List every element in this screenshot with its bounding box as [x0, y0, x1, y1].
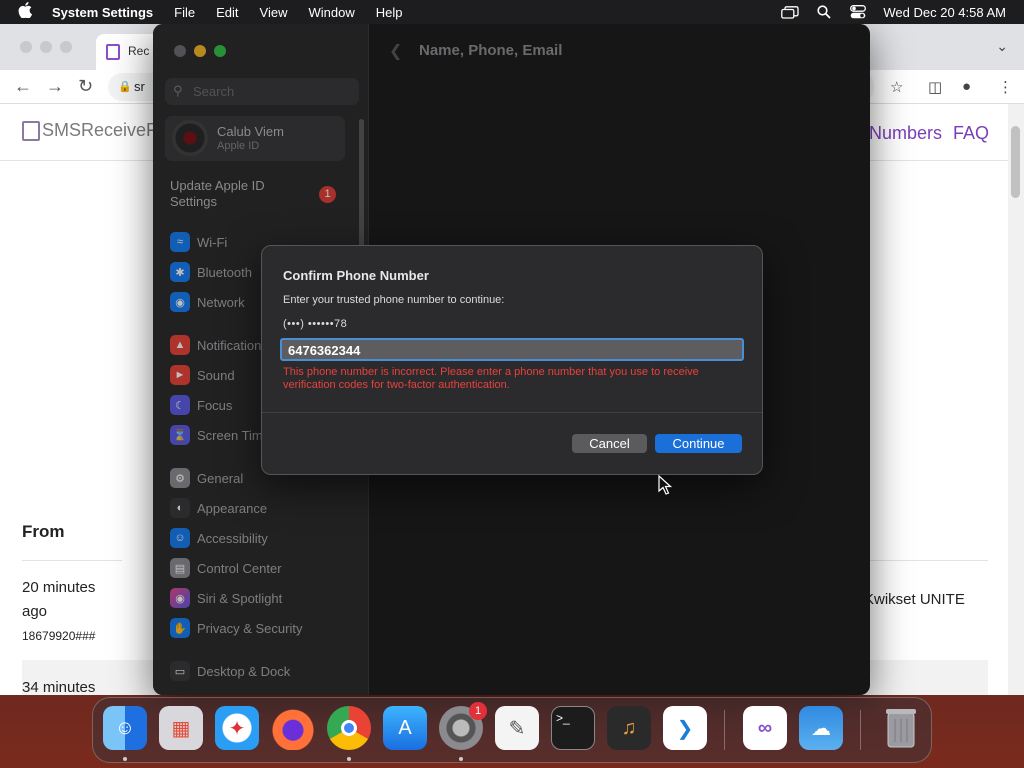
- screen-mirroring-icon[interactable]: [781, 5, 800, 19]
- side-panel-icon[interactable]: ◫: [928, 78, 942, 96]
- dock-separator: [724, 710, 725, 750]
- dock: ☺ ▦ ✦ A 1 ✎ >_ ♫ ❯ ∞ ☁: [92, 697, 932, 763]
- control-center-icon[interactable]: [849, 5, 867, 19]
- forward-arrow-icon[interactable]: →: [46, 76, 64, 97]
- message-time: 20 minutes: [22, 579, 96, 596]
- spotlight-search-icon[interactable]: [815, 5, 833, 19]
- menu-clock[interactable]: Wed Dec 20 4:58 AM: [883, 5, 1006, 20]
- message-snippet: Kwikset UNITE: [864, 591, 965, 608]
- table-divider-right: [870, 560, 988, 561]
- menu-help[interactable]: Help: [376, 5, 403, 20]
- running-indicator: [459, 757, 463, 761]
- site-favicon-icon: [106, 44, 120, 60]
- address-bar-text: sr: [134, 79, 145, 94]
- phone-number-input[interactable]: [280, 338, 744, 361]
- profile-icon[interactable]: ●: [962, 78, 971, 95]
- menu-file[interactable]: File: [174, 5, 195, 20]
- dialog-divider: [262, 412, 762, 413]
- from-column-heading: From: [22, 522, 65, 541]
- page-scrollbar-thumb[interactable]: [1011, 126, 1020, 198]
- menu-bar: System Settings File Edit View Window He…: [0, 0, 1024, 24]
- browser-zoom-button[interactable]: [60, 41, 72, 53]
- menu-app-name[interactable]: System Settings: [52, 5, 153, 20]
- continue-button[interactable]: Continue: [655, 434, 742, 453]
- message-time-2: 34 minutes: [22, 679, 96, 695]
- garageband-icon[interactable]: ♫: [607, 706, 651, 750]
- chrome-icon[interactable]: [327, 706, 371, 750]
- masked-phone-number: (•••) ••••••78: [283, 318, 348, 330]
- cancel-button[interactable]: Cancel: [572, 434, 647, 453]
- message-sender: 18679920###: [22, 629, 96, 643]
- dialog-title: Confirm Phone Number: [283, 268, 429, 283]
- safari-icon[interactable]: ✦: [215, 706, 259, 750]
- launchpad-icon[interactable]: ▦: [159, 706, 203, 750]
- dialog-prompt: Enter your trusted phone number to conti…: [283, 294, 505, 306]
- browser-close-button[interactable]: [20, 41, 32, 53]
- running-indicator: [123, 757, 127, 761]
- table-divider: [22, 560, 122, 561]
- firefox-icon[interactable]: [271, 706, 315, 750]
- weather-icon[interactable]: ☁: [799, 706, 843, 750]
- site-logo-icon: [22, 120, 40, 141]
- page-scrollbar[interactable]: [1008, 104, 1024, 695]
- more-menu-icon[interactable]: ⋮: [998, 78, 1013, 96]
- vscode-icon[interactable]: ❯: [663, 706, 707, 750]
- dock-separator: [860, 710, 861, 750]
- browser-tab-title: Rec: [128, 44, 150, 58]
- nav-numbers-link[interactable]: Numbers: [869, 123, 942, 144]
- reload-icon[interactable]: ↻: [78, 76, 93, 97]
- visual-studio-icon[interactable]: ∞: [743, 706, 787, 750]
- menu-window[interactable]: Window: [308, 5, 354, 20]
- apple-menu-icon[interactable]: [18, 2, 36, 22]
- nav-faq-link[interactable]: FAQ: [953, 123, 989, 144]
- site-logo[interactable]: SMSReceiveFre: [22, 120, 173, 141]
- menu-edit[interactable]: Edit: [216, 5, 238, 20]
- dock-badge: 1: [469, 702, 487, 720]
- finder-icon[interactable]: ☺: [103, 706, 147, 750]
- bookmark-star-icon[interactable]: ☆: [890, 78, 903, 96]
- back-arrow-icon[interactable]: ←: [14, 76, 32, 97]
- app-store-icon[interactable]: A: [383, 706, 427, 750]
- lock-icon: 🔒: [118, 81, 132, 93]
- menu-view[interactable]: View: [260, 5, 288, 20]
- running-indicator: [347, 757, 351, 761]
- phone-error-message: This phone number is incorrect. Please e…: [283, 366, 699, 391]
- message-time-ago: ago: [22, 603, 48, 620]
- textedit-icon[interactable]: ✎: [495, 706, 539, 750]
- mouse-cursor-icon: [658, 474, 673, 500]
- browser-minimize-button[interactable]: [40, 41, 52, 53]
- terminal-icon[interactable]: >_: [551, 706, 595, 750]
- tab-list-chevron-icon[interactable]: ⌄: [996, 38, 1008, 55]
- confirm-phone-dialog: Confirm Phone Number Enter your trusted …: [261, 245, 763, 475]
- trash-icon[interactable]: [879, 706, 923, 750]
